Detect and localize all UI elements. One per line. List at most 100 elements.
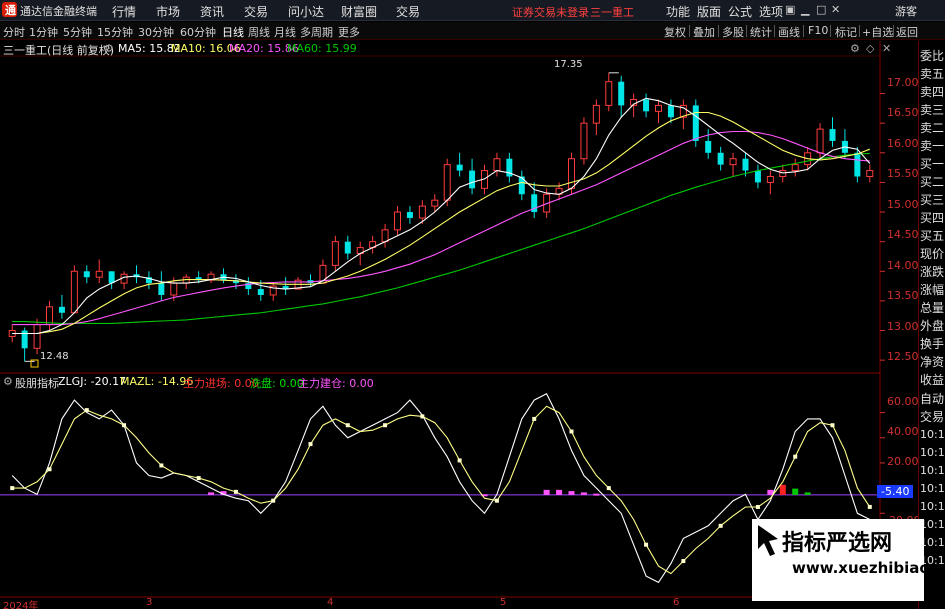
mazl-point (122, 423, 127, 428)
date-label: 4 (327, 597, 334, 608)
side-buy2[interactable]: 买二 (920, 173, 945, 190)
mazl-point (867, 504, 872, 509)
mazl-point (159, 463, 164, 468)
candle-body (406, 212, 413, 218)
side-sell5[interactable]: 卖五 (920, 65, 945, 82)
side-outer[interactable]: 外盘 (920, 317, 945, 334)
candle-body (717, 152, 724, 165)
indicator-bar (779, 484, 786, 495)
side-turnover[interactable]: 换手 (920, 335, 945, 352)
indicator-tick: 40.00 (887, 425, 919, 438)
side-volume[interactable]: 总量 (920, 299, 945, 316)
mazl-point (494, 498, 499, 503)
mazl-point (345, 423, 350, 428)
xp-value: 洗盘: 0.00 (250, 377, 304, 390)
mazl-point (830, 423, 835, 428)
price-tick: 13.50 (887, 289, 919, 302)
side-price[interactable]: 现价 (920, 245, 945, 262)
mazl-point (383, 423, 388, 428)
side-sell4[interactable]: 卖四 (920, 83, 945, 100)
price-tick: 13.00 (887, 320, 919, 333)
candle-body (618, 81, 625, 106)
indicator-settings-icon[interactable]: ⚙ (3, 375, 13, 388)
mazl-point (681, 559, 686, 564)
candle-body (158, 283, 165, 295)
zljc-value: 主力进场: 0.00 (183, 377, 259, 390)
candle-body (779, 170, 787, 177)
candle-body (46, 306, 53, 326)
candle-body (829, 129, 836, 141)
indicator-bar (556, 489, 563, 495)
mazl-point (532, 416, 537, 421)
side-buy5[interactable]: 买五 (920, 227, 945, 244)
indicator-tick: 20.00 (887, 455, 919, 468)
date-label: 2024年 (3, 601, 39, 609)
candle-body (705, 140, 712, 153)
mazl-point (308, 442, 313, 447)
mazl-point (196, 476, 201, 481)
watermark: 指标严选网 www.xuezhibiao.com (752, 519, 945, 601)
candle-body (257, 289, 264, 295)
candle-body (33, 324, 41, 349)
side-time-3: 10:15 (920, 482, 945, 495)
side-auto[interactable]: 自动 (920, 390, 945, 407)
side-buy1[interactable]: 买一 (920, 155, 945, 172)
mazl-point (233, 489, 238, 494)
side-trade[interactable]: 交易 (920, 408, 945, 425)
side-buy4[interactable]: 买四 (920, 209, 945, 226)
mazl-point (718, 523, 723, 528)
price-tick: 16.50 (887, 106, 919, 119)
candle-body (108, 271, 115, 284)
candle-body (605, 81, 613, 106)
candle-body (655, 104, 662, 112)
side-change-pct[interactable]: 涨幅 (920, 281, 945, 298)
candle-body (95, 270, 103, 278)
side-net-assets[interactable]: 净资 (920, 353, 945, 370)
indicator-current-value: -5.40 (877, 485, 914, 498)
candle-body (170, 282, 178, 296)
mazl-point (84, 408, 89, 413)
candle-body (381, 229, 389, 243)
watermark-arrow-icon (758, 525, 778, 556)
side-sell3[interactable]: 卖三 (920, 101, 945, 118)
side-earnings[interactable]: 收益 (920, 371, 945, 388)
zljc2-value: 主力建仓: 0.00 (298, 377, 374, 390)
candle-body (791, 164, 799, 172)
indicator-name[interactable]: 股朋指标 (15, 375, 59, 391)
candle-body (418, 205, 426, 219)
side-sell1[interactable]: 卖一 (920, 137, 945, 154)
indicator-header: ⚙ 股朋指标 ZLGJ: -20.17 MAZL: -14.96 主力进场: 0… (0, 374, 880, 391)
candle-body (643, 99, 650, 112)
indicator-bar (593, 493, 600, 496)
high-price-label: 17.35 (554, 59, 583, 70)
candle-body (469, 170, 476, 189)
ma60-line (12, 152, 870, 324)
candle-body (580, 122, 588, 160)
mazl-point (606, 486, 611, 491)
price-tick: 15.50 (887, 167, 919, 180)
date-label: 5 (500, 597, 507, 608)
mazl-point (457, 458, 462, 463)
mazl-point (420, 414, 425, 419)
watermark-url: www.xuezhibiao.com (792, 559, 945, 577)
side-change[interactable]: 涨跌 (920, 263, 945, 280)
price-tick: 16.00 (887, 137, 919, 150)
kline-chart[interactable] (0, 0, 945, 609)
candle-body (344, 241, 351, 254)
side-sell2[interactable]: 卖二 (920, 119, 945, 136)
mazl-point (10, 486, 15, 491)
side-buy3[interactable]: 买三 (920, 191, 945, 208)
side-weibi[interactable]: 委比 (920, 47, 945, 64)
candle-body (431, 199, 439, 207)
indicator-bar (580, 492, 587, 495)
date-label: 3 (146, 597, 153, 608)
date-label: 6 (673, 597, 680, 608)
mazl-point (793, 454, 798, 459)
mazl-point (47, 467, 52, 472)
candle-body (742, 158, 749, 171)
candle-body (692, 105, 699, 141)
candle-body (592, 104, 600, 124)
candle-body (70, 270, 78, 314)
candle-body (456, 164, 463, 171)
candle-body (754, 170, 761, 183)
